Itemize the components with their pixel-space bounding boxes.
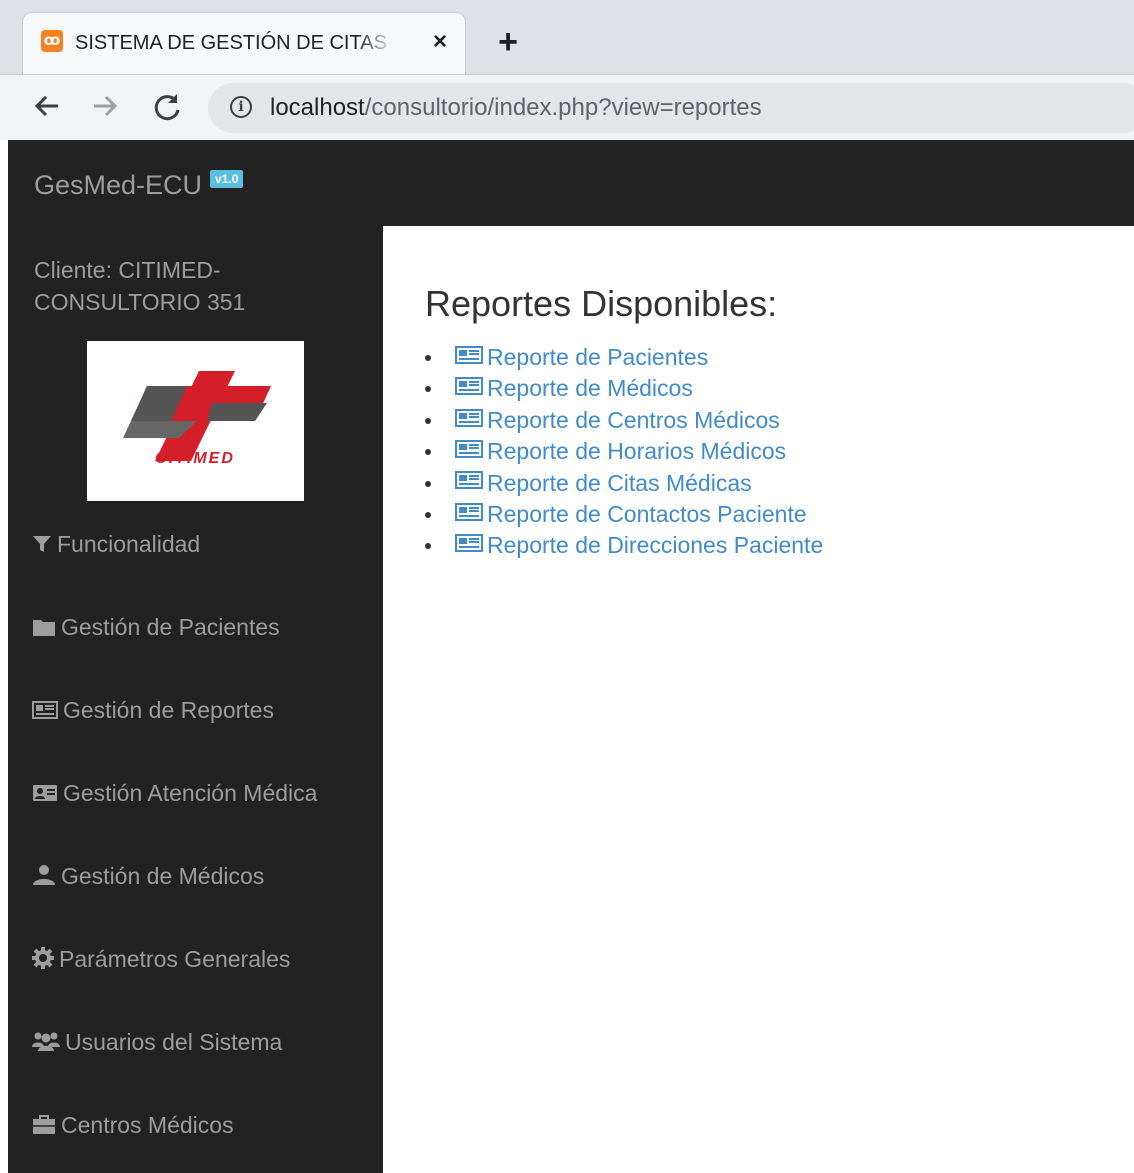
sidebar-item-funcionalidad: Funcionalidad [32, 528, 372, 560]
list-item: Reporte de Citas Médicas [425, 468, 823, 499]
list-item: Reporte de Direcciones Paciente [425, 530, 823, 561]
version-badge: v1.0 [210, 170, 244, 188]
newspaper-icon [455, 405, 483, 436]
newspaper-icon [32, 696, 58, 728]
briefcase-icon [32, 1111, 56, 1143]
sidebar-item-gestion-atencion[interactable]: Gestión Atención Médica [32, 777, 372, 809]
list-item: Reporte de Médicos [425, 373, 823, 404]
brand-name: GesMed-ECU [34, 170, 203, 200]
sidebar-item-label: Parámetros Generales [59, 946, 291, 972]
report-link-label: Reporte de Pacientes [487, 344, 709, 370]
report-link-citas[interactable]: Reporte de Citas Médicas [455, 470, 752, 496]
info-icon[interactable]: i [230, 96, 252, 118]
newspaper-icon [455, 467, 483, 498]
url-text: localhost/consultorio/index.php?view=rep… [270, 94, 762, 122]
tab-title: SISTEMA DE GESTIÓN DE CITAS MÉDICAS [75, 32, 395, 54]
reports-list: Reporte de Pacientes Reporte de Médicos … [425, 342, 823, 562]
report-link-label: Reporte de Centros Médicos [487, 406, 780, 433]
report-link-label: Reporte de Direcciones Paciente [487, 532, 824, 559]
sidebar-item-centros-medicos[interactable]: Centros Médicos [32, 1109, 372, 1141]
filter-icon [32, 530, 52, 562]
report-link-label: Reporte de Citas Médicas [487, 469, 752, 496]
sidebar-item-gestion-pacientes[interactable]: Gestión de Pacientes [32, 611, 372, 643]
list-item: Reporte de Pacientes [425, 342, 823, 373]
new-tab-button[interactable]: + [483, 20, 533, 64]
arrow-left-icon[interactable] [30, 89, 64, 123]
report-link-label: Reporte de Médicos [487, 375, 693, 402]
list-item: Reporte de Centros Médicos [425, 405, 823, 436]
xampp-icon: ꝏ [41, 30, 63, 52]
bullet [425, 543, 431, 550]
sidebar-item-gestion-reportes[interactable]: Gestión de Reportes [32, 694, 372, 726]
sidebar-item-label: Funcionalidad [57, 531, 201, 557]
client-label: Cliente: CITIMED-CONSULTORIO 351 [34, 257, 246, 315]
app-window: GesMed-ECU v1.0 Cliente: CITIMED-CONSULTO… [8, 140, 1134, 1173]
sidebar: Cliente: CITIMED-CONSULTORIO 351 CITIMED… [8, 226, 383, 1173]
sidebar-item-usuarios[interactable]: Usuarios del Sistema [32, 1026, 372, 1058]
user-icon [32, 862, 56, 894]
newspaper-icon [455, 530, 483, 561]
bullet [425, 417, 431, 424]
report-link-direcciones[interactable]: Reporte de Direcciones Paciente [455, 532, 823, 558]
report-link-pacientes[interactable]: Reporte de Pacientes [455, 344, 708, 370]
bullet [425, 511, 431, 518]
report-link-centros[interactable]: Reporte de Centros Médicos [455, 407, 780, 433]
id-card-icon [32, 779, 58, 811]
reload-icon[interactable] [150, 89, 184, 123]
address-bar[interactable]: i localhost/consultorio/index.php?view=r… [208, 83, 1134, 133]
url-path: /consultorio/index.php?view=reportes [364, 94, 762, 121]
report-link-contactos[interactable]: Reporte de Contactos Paciente [455, 501, 807, 527]
folder-icon [32, 613, 56, 645]
list-item: Reporte de Contactos Paciente [425, 499, 823, 530]
sidebar-item-label: Gestión de Médicos [61, 863, 265, 889]
arrow-right-icon[interactable] [88, 89, 122, 123]
report-link-label: Reporte de Horarios Médicos [487, 438, 787, 465]
client-logo: CITIMED [87, 341, 304, 501]
newspaper-icon [455, 373, 483, 404]
sidebar-item-label: Usuarios del Sistema [65, 1029, 283, 1055]
users-icon [32, 1028, 60, 1060]
report-link-medicos[interactable]: Reporte de Médicos [455, 375, 693, 401]
main-content: Reportes Disponibles: Reporte de Pacient… [383, 226, 1134, 1173]
newspaper-icon [455, 436, 483, 467]
sidebar-item-label: Gestión Atención Médica [63, 780, 318, 806]
logo-text: CITIMED [155, 450, 235, 467]
url-host: localhost [270, 94, 365, 121]
newspaper-icon [455, 499, 483, 530]
report-link-label: Reporte de Contactos Paciente [487, 500, 807, 527]
browser-tab[interactable]: ꝏ SISTEMA DE GESTIÓN DE CITAS MÉDICAS × [22, 12, 466, 74]
sidebar-item-label: Gestión de Reportes [63, 697, 274, 723]
bullet [425, 449, 431, 456]
sidebar-item-parametros[interactable]: Parámetros Generales [32, 943, 372, 975]
sidebar-item-label: Centros Médicos [61, 1112, 234, 1138]
page-title: Reportes Disponibles: [425, 283, 778, 324]
navbar-brand[interactable]: GesMed-ECU v1.0 [34, 168, 244, 202]
sidebar-item-label: Gestión de Pacientes [61, 614, 280, 640]
list-item: Reporte de Horarios Médicos [425, 436, 823, 467]
browser-toolbar: i localhost/consultorio/index.php?view=r… [0, 74, 1134, 140]
bullet [425, 355, 431, 361]
sidebar-item-gestion-medicos[interactable]: Gestión de Médicos [32, 860, 372, 892]
cog-icon [32, 945, 54, 977]
report-link-horarios[interactable]: Reporte de Horarios Médicos [455, 438, 786, 464]
newspaper-icon [455, 342, 483, 373]
bullet [425, 480, 431, 487]
bullet [425, 386, 431, 393]
tab-close-button[interactable]: × [425, 27, 455, 57]
